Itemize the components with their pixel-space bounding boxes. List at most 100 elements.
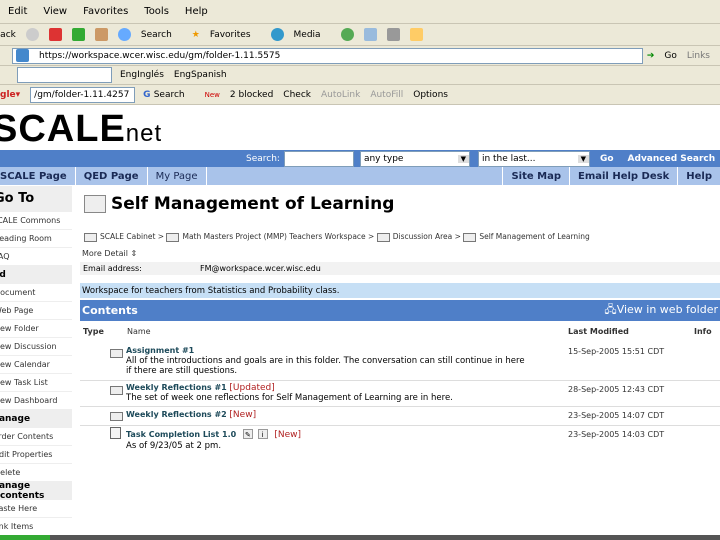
item-date: 23-Sep-2005 14:07 CDT (568, 411, 665, 420)
stop-icon[interactable] (48, 28, 62, 41)
forward-icon[interactable] (25, 28, 39, 41)
sidebar-item-new-discussion[interactable]: New Discussion (0, 338, 72, 356)
sidebar-item-link-items[interactable]: Link Items (0, 518, 72, 536)
sidebar-header-manage: Manage (0, 410, 72, 428)
breadcrumb-item[interactable]: Math Masters Project (MMP) Teachers Work… (182, 232, 365, 241)
sidebar-item-new-folder[interactable]: New Folder (0, 320, 72, 338)
item-description: The set of week one reflections for Self… (126, 393, 453, 403)
item-name-link[interactable]: Weekly Reflections #2 (126, 410, 227, 419)
email-label: Email address: (83, 264, 142, 273)
links-label[interactable]: Links (687, 51, 710, 61)
sidebar-item-order-contents[interactable]: Order Contents (0, 428, 72, 446)
item-date: 28-Sep-2005 12:43 CDT (568, 385, 665, 394)
popup-blocked-button[interactable]: 2 blocked (230, 90, 273, 100)
address-input[interactable]: https://workspace.wcer.wisc.edu/gm/folde… (12, 47, 643, 64)
menu-edit[interactable]: Edit (8, 6, 27, 17)
column-type[interactable]: Type (83, 327, 104, 336)
sidebar-item-new-calendar[interactable]: New Calendar (0, 356, 72, 374)
scalenet-logo[interactable]: SCALEnet (0, 108, 162, 151)
site-search-bar: Search: any type ▼ in the last... ▼ Go Adv… (0, 150, 720, 167)
address-bar: https://workspace.wcer.wisc.edu/gm/folde… (0, 46, 720, 66)
sidebar-item-delete[interactable]: Delete (0, 464, 72, 482)
new-badge[interactable]: New (205, 91, 220, 99)
spell-check-button[interactable]: Check (283, 90, 311, 100)
nav-site-map[interactable]: Site Map (502, 167, 570, 185)
sidebar-item-new-task-list[interactable]: New Task List (0, 374, 72, 392)
folder-icon (110, 386, 123, 395)
start-button[interactable] (0, 535, 50, 540)
sidebar-item-scale-commons[interactable]: SCALE Commons (0, 212, 72, 230)
folder-description: Workspace for teachers from Statistics a… (80, 283, 720, 298)
more-detail-toggle[interactable]: More Detail ⇕ (82, 249, 137, 258)
favorites-button[interactable]: ★ Favorites (192, 30, 261, 40)
nav-scale-page[interactable]: SCALE Page (0, 167, 76, 185)
search-label: Search: (246, 153, 280, 164)
google-search-input[interactable]: /gm/folder-1.11.4257 (30, 86, 136, 103)
print-icon[interactable] (386, 28, 400, 41)
translate-input[interactable] (17, 67, 112, 83)
site-search-input[interactable] (283, 150, 354, 167)
eng-ingles-button[interactable]: EngInglés (120, 70, 164, 80)
time-select[interactable]: in the last... ▼ (477, 150, 590, 167)
nav-qed-page[interactable]: QED Page (76, 167, 148, 185)
item-name-link[interactable]: Weekly Reflections #1 (126, 383, 227, 392)
refresh-icon[interactable] (71, 28, 85, 41)
column-name[interactable]: Name (127, 327, 151, 336)
google-logo-icon[interactable]: gle▾ (0, 90, 20, 100)
edit-icon[interactable]: ✎ (242, 429, 253, 439)
sidebar-item-paste-here[interactable]: Paste Here (0, 500, 72, 518)
info-icon[interactable]: i (257, 429, 268, 439)
autolink-button[interactable]: AutoLink (321, 90, 360, 100)
back-button[interactable]: Back (0, 30, 16, 40)
item-date: 15-Sep-2005 15:51 CDT (568, 347, 665, 356)
home-icon[interactable] (94, 28, 108, 41)
go-arrow-icon[interactable]: ➔ (647, 51, 655, 61)
options-button[interactable]: Options (413, 90, 448, 100)
favorites-label: Favorites (209, 29, 251, 40)
breadcrumb-item[interactable]: SCALE Cabinet (100, 232, 155, 241)
email-value[interactable]: FM@workspace.wcer.wisc.edu (200, 264, 321, 273)
sidebar-item-edit-properties[interactable]: Edit Properties (0, 446, 72, 464)
mail-icon[interactable] (363, 28, 377, 41)
nav-email-help-desk[interactable]: Email Help Desk (570, 167, 679, 185)
column-last-modified[interactable]: Last Modified (568, 327, 629, 336)
nav-help[interactable]: Help (678, 167, 720, 185)
item-status-tag: [Updated] (229, 383, 275, 393)
breadcrumb-item[interactable]: Discussion Area (393, 232, 453, 241)
search-go-button[interactable]: Go (600, 154, 614, 164)
sidebar-item-faq[interactable]: FAQ (0, 248, 72, 266)
menu-tools[interactable]: Tools (144, 6, 169, 17)
item-date: 23-Sep-2005 14:03 CDT (568, 430, 665, 439)
sidebar-item-reading-room[interactable]: Reading Room (0, 230, 72, 248)
item-name-link[interactable]: Assignment #1 (126, 346, 194, 355)
sidebar-item-new-dashboard[interactable]: New Dashboard (0, 392, 72, 410)
view-in-web-folder-link[interactable]: 🖧View in web folder (604, 301, 718, 320)
sidebar-header-go-to: Go To (0, 186, 72, 212)
advanced-search-link[interactable]: Advanced Search (628, 154, 716, 164)
nav-my-page[interactable]: My Page (148, 167, 207, 185)
media-button[interactable]: Media (270, 28, 331, 41)
menu-help[interactable]: Help (185, 6, 208, 17)
menu-view[interactable]: View (43, 6, 67, 17)
menu-favorites[interactable]: Favorites (83, 6, 128, 17)
item-name-link[interactable]: Task Completion List 1.0 (126, 430, 236, 439)
table-row: Assignment #1 All of the introductions an… (80, 344, 720, 381)
sidebar-item-document[interactable]: Document (0, 284, 72, 302)
type-select[interactable]: any type ▼ (359, 150, 470, 167)
breadcrumb-item: Self Management of Learning (479, 232, 590, 241)
folder-icon[interactable] (409, 28, 423, 41)
breadcrumb: SCALE Cabinet > Math Masters Project (MM… (84, 232, 590, 242)
cabinet-icon (84, 232, 97, 242)
table-header: Type Name Last Modified Info (80, 322, 720, 340)
history-icon[interactable] (340, 28, 354, 41)
google-search-button[interactable]: G Search (143, 90, 194, 100)
contents-title: Contents (82, 304, 138, 317)
column-info: Info (694, 327, 712, 336)
autofill-button[interactable]: AutoFill (370, 90, 403, 100)
search-button[interactable]: Search (117, 28, 182, 41)
sidebar-item-web-page[interactable]: Web Page (0, 302, 72, 320)
eng-spanish-button[interactable]: EngSpanish (174, 70, 227, 80)
chevron-down-icon: ▼ (457, 154, 469, 163)
folder-icon (110, 349, 123, 358)
go-button[interactable]: Go (664, 51, 676, 61)
